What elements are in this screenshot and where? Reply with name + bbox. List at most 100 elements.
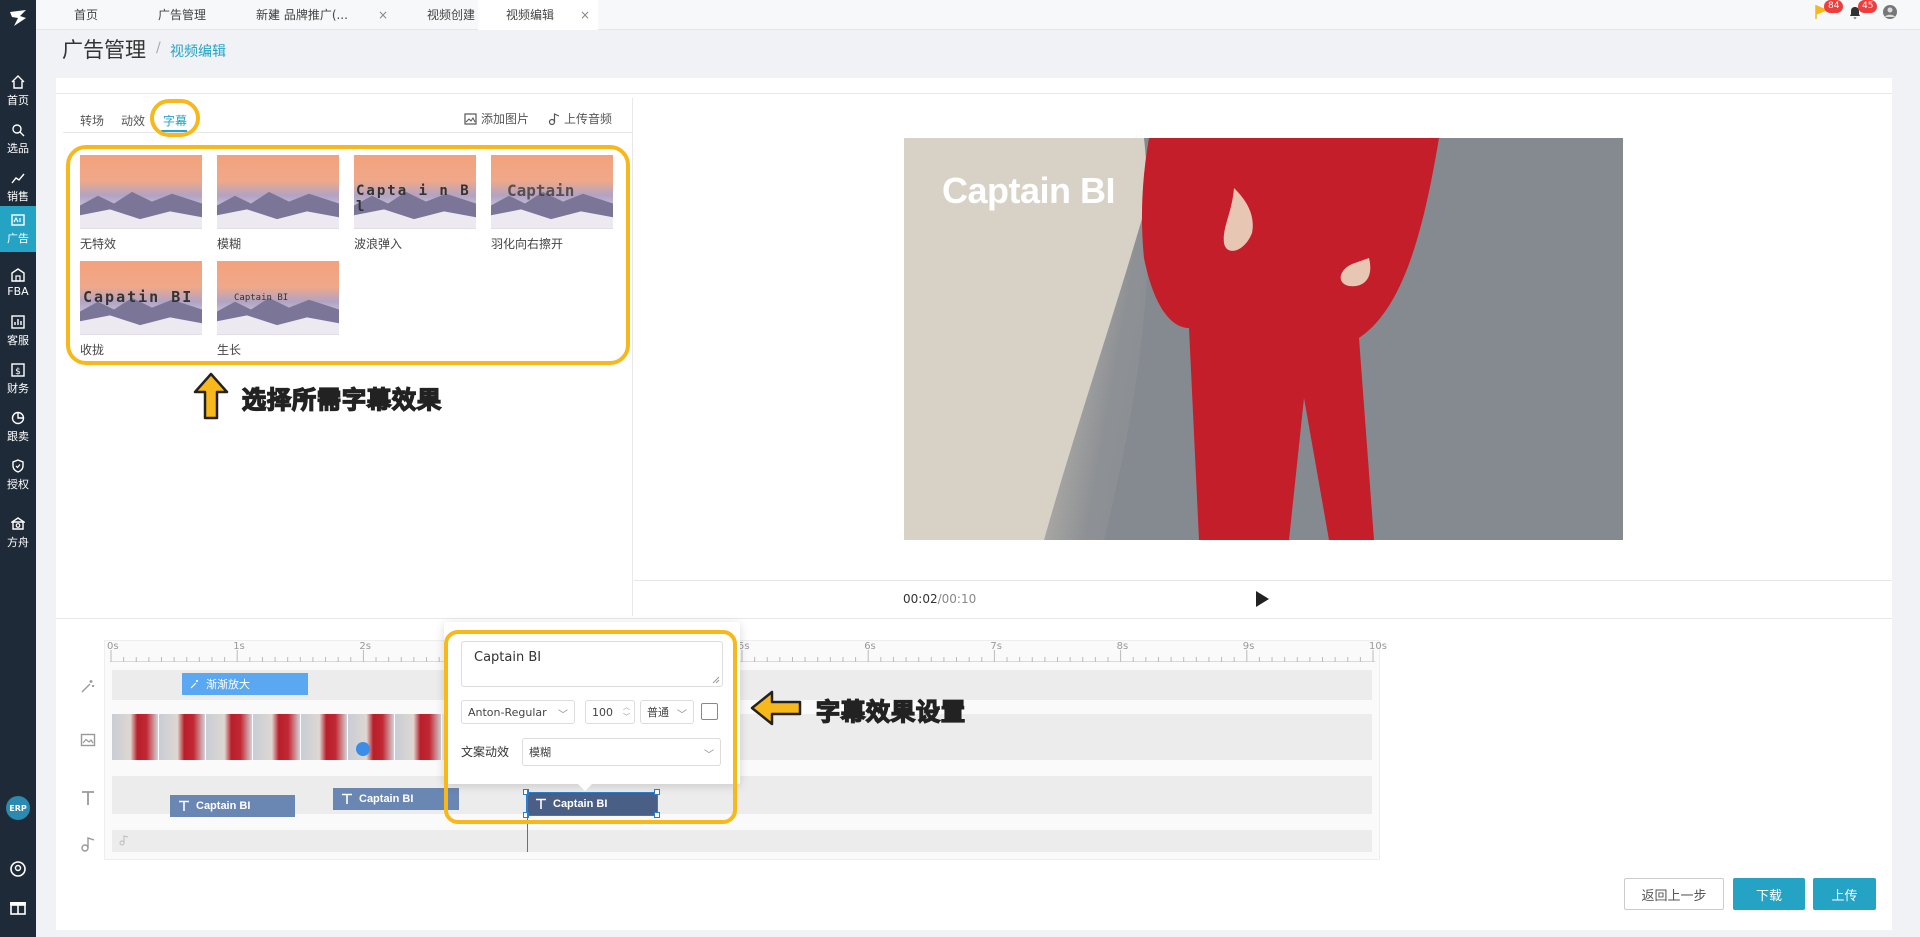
upload-audio-button[interactable]: 上传音频: [548, 110, 612, 127]
settings-highlight: [444, 630, 737, 824]
effect-blur[interactable]: 模糊: [217, 155, 339, 252]
effect-label: 无特效: [80, 237, 117, 251]
caption-clip-label: Captain BI: [196, 800, 251, 812]
effect-thumbnail: [80, 155, 202, 229]
add-image-button[interactable]: 添加图片: [464, 110, 529, 127]
caption-clip-label: Captain BI: [359, 793, 414, 805]
ruler-label: 1s: [233, 641, 245, 652]
tab-motion[interactable]: 动效: [121, 112, 145, 129]
effect-thumbnail: Captain BI: [217, 261, 339, 335]
effect-clip[interactable]: 渐渐放大: [182, 673, 308, 695]
section-divider: [56, 618, 1892, 619]
video-frame: [159, 714, 207, 760]
caption-clip[interactable]: Captain BI: [333, 788, 459, 810]
close-icon[interactable]: ×: [378, 0, 388, 30]
text-icon: [179, 800, 189, 811]
ruler-label: 6s: [864, 641, 876, 652]
erp-badge[interactable]: ERP: [6, 796, 30, 820]
tab-label: 新建 品牌推广(...: [256, 8, 348, 22]
effect-thumbnail: Capta i n B l: [354, 155, 476, 229]
tab-divider: [63, 132, 633, 133]
tab-label: 广告管理: [158, 8, 207, 22]
sidebar-item-follow[interactable]: 跟卖: [0, 404, 36, 450]
sidebar-item-service[interactable]: 客服: [0, 308, 36, 354]
support-icon[interactable]: [9, 860, 27, 878]
text-icon: [342, 793, 352, 804]
sidebar-item-label: FBA: [7, 285, 29, 298]
pie-icon: [11, 411, 25, 424]
image-icon: [464, 112, 477, 125]
ruler-label: 2s: [359, 641, 371, 652]
upload-button[interactable]: 上传: [1813, 878, 1876, 910]
trend-icon: [11, 173, 25, 183]
sidebar-item-label: 跟卖: [7, 429, 29, 443]
effect-feather[interactable]: Captain 羽化向右擦开: [491, 155, 613, 252]
flag-notification[interactable]: 84: [1814, 0, 1844, 23]
caption-clip[interactable]: Captain BI: [170, 795, 295, 817]
effect-none[interactable]: 无特效: [80, 155, 202, 252]
sidebar-item-finance[interactable]: $ 财务: [0, 356, 36, 402]
shield-icon: [12, 458, 24, 473]
video-preview[interactable]: Captain BI: [904, 138, 1623, 540]
popover-caret: [578, 784, 592, 791]
page-title: 广告管理: [62, 38, 146, 62]
tab-label: 首页: [74, 8, 99, 22]
transition-marker-icon[interactable]: [356, 742, 370, 756]
ark-icon: [11, 516, 25, 530]
sidebar-item-fba[interactable]: FBA: [0, 260, 36, 306]
tab-new-brand[interactable]: 新建 品牌推广(... ×: [256, 0, 396, 30]
effect-thumbnail: Captain: [491, 155, 613, 229]
magic-wand-icon: [81, 680, 94, 693]
sidebar-item-auth[interactable]: 授权: [0, 452, 36, 498]
warehouse-icon: [11, 268, 25, 282]
logo-icon: [10, 10, 26, 26]
preview-caption[interactable]: Captain BI: [942, 170, 1116, 212]
video-clip[interactable]: [112, 714, 442, 760]
tab-bar: 首页 广告管理 × 新建 品牌推广(... × 视频创建 × 视频编辑 × 84 45: [36, 0, 1920, 30]
breadcrumb-separator: /: [156, 40, 161, 56]
annotation-select-effect: 选择所需字幕效果: [241, 385, 442, 414]
sidebar-item-sales[interactable]: 销售: [0, 164, 36, 210]
user-avatar[interactable]: [1882, 4, 1898, 23]
arrow-up-icon: [193, 372, 229, 420]
download-button[interactable]: 下载: [1733, 878, 1805, 910]
tab-video-edit[interactable]: 视频编辑 ×: [478, 0, 598, 30]
dollar-icon: $: [11, 362, 25, 377]
play-button[interactable]: [1256, 591, 1269, 607]
sidebar-item-label: 销售: [7, 189, 29, 203]
add-image-label: 添加图片: [481, 112, 530, 126]
bell-notification[interactable]: 45: [1848, 0, 1878, 23]
ruler-label: 8s: [1116, 641, 1129, 652]
effect-thumbnail: [217, 155, 339, 229]
sidebar-item-select[interactable]: 选品: [0, 116, 36, 162]
sidebar-item-label: 首页: [7, 93, 29, 107]
gift-icon[interactable]: [9, 898, 27, 916]
annotation-effect-settings: 字幕效果设置: [815, 697, 966, 726]
effect-wave[interactable]: Capta i n B l 波浪弹入: [354, 155, 476, 252]
music-icon: [119, 835, 129, 846]
search-icon: [12, 123, 25, 136]
sidebar-item-home[interactable]: 首页: [0, 68, 36, 114]
time-total: /00:10: [937, 592, 977, 606]
sidebar-item-ads[interactable]: 广告: [0, 206, 36, 252]
sidebar: 首页 选品 销售 广告 FBA 客服 $ 财务 跟卖 授权 方舟 ERP: [0, 0, 36, 937]
tab-label: 视频创建: [427, 8, 476, 22]
tab-label: 视频编辑: [506, 8, 555, 22]
tab-transition[interactable]: 转场: [80, 112, 104, 129]
effect-gather[interactable]: Capatin BI 收拢: [80, 261, 202, 358]
tab-home[interactable]: 首页: [74, 0, 164, 30]
image-track-icon: [80, 733, 96, 747]
ruler-label: 10s: [1369, 641, 1387, 652]
close-icon[interactable]: ×: [580, 0, 590, 30]
sidebar-item-ark[interactable]: 方舟: [0, 510, 36, 556]
video-frame: [112, 714, 160, 760]
effect-grow[interactable]: Captain BI 生长: [217, 261, 339, 358]
time-display: 00:02/00:10: [903, 592, 976, 606]
back-button[interactable]: 返回上一步: [1624, 878, 1724, 910]
music-icon: [548, 112, 560, 125]
breadcrumb-current[interactable]: 视频编辑: [170, 41, 226, 61]
video-frame: [300, 714, 348, 760]
flag-badge: 84: [1824, 0, 1844, 13]
svg-text:$: $: [15, 367, 21, 377]
upload-audio-label: 上传音频: [564, 112, 613, 126]
